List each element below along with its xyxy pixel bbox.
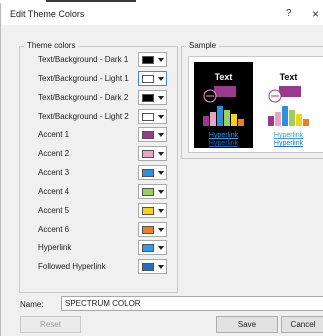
theme-color-label: Accent 3	[38, 168, 70, 177]
color-swatch	[142, 113, 154, 121]
color-swatch	[142, 263, 154, 271]
color-picker-button[interactable]	[138, 146, 167, 161]
sample-bar	[303, 119, 309, 126]
theme-color-row: Text/Background - Light 1	[26, 70, 176, 87]
theme-color-label: Text/Background - Light 2	[38, 112, 129, 121]
theme-color-label: Text/Background - Light 1	[38, 74, 129, 83]
sample-bar	[289, 110, 295, 126]
sample-label: Sample	[186, 41, 220, 50]
sample-bar	[217, 106, 223, 126]
sample-bar	[296, 114, 302, 126]
theme-color-label: Hyperlink	[38, 243, 72, 252]
save-button[interactable]: Save	[216, 316, 278, 333]
theme-color-row: Accent 2	[26, 145, 176, 162]
color-picker-button[interactable]	[138, 203, 167, 218]
sample-bar	[224, 110, 230, 126]
close-icon[interactable]: ×	[312, 7, 319, 21]
color-picker-button[interactable]	[138, 90, 167, 105]
cancel-button[interactable]: Cancel	[281, 316, 323, 333]
theme-color-row: Text/Background - Dark 1	[26, 51, 176, 68]
color-swatch	[142, 188, 154, 196]
theme-color-label: Text/Background - Dark 2	[38, 93, 129, 102]
name-input[interactable]	[61, 296, 323, 311]
sample-preview: Text Hyperlink Hyperlink Text Hyperlink …	[188, 56, 323, 153]
sample-bar	[238, 119, 244, 126]
sample-light-followed-hyperlink: Hyperlink	[273, 140, 304, 147]
sample-dark-graphic	[203, 86, 244, 126]
reset-button[interactable]: Reset	[20, 316, 81, 333]
dropdown-arrow-icon	[158, 77, 164, 81]
theme-color-row: Text/Background - Light 2	[26, 108, 176, 125]
sample-bar	[275, 112, 281, 126]
dropdown-arrow-icon	[158, 228, 164, 232]
name-label: Name:	[20, 300, 44, 309]
sample-light-shape-rect	[279, 86, 301, 97]
help-button[interactable]: ?	[286, 8, 292, 19]
dropdown-arrow-icon	[158, 246, 164, 250]
dropdown-arrow-icon	[158, 152, 164, 156]
color-swatch	[142, 75, 154, 83]
color-picker-button[interactable]	[138, 71, 167, 86]
dropdown-arrow-icon	[158, 58, 164, 62]
theme-color-label: Text/Background - Dark 1	[38, 55, 129, 64]
sample-bar	[282, 106, 288, 126]
edit-theme-colors-dialog: Edit Theme Colors ? × Theme colors Text/…	[0, 3, 323, 336]
sample-dark-text: Text	[214, 72, 233, 82]
sample-dark-hyperlink: Hyperlink	[208, 132, 239, 139]
theme-color-row: Accent 4	[26, 183, 176, 200]
theme-color-row: Accent 5	[26, 202, 176, 219]
color-picker-button[interactable]	[138, 127, 167, 142]
color-picker-button[interactable]	[138, 259, 167, 274]
theme-color-row: Accent 3	[26, 164, 176, 181]
theme-colors-label: Theme colors	[24, 41, 79, 50]
color-swatch	[142, 207, 154, 215]
color-picker-button[interactable]	[138, 52, 167, 67]
theme-color-row: Text/Background - Dark 2	[26, 89, 176, 106]
sample-bar	[210, 112, 216, 126]
dropdown-arrow-icon	[158, 190, 164, 194]
theme-color-row: Accent 6	[26, 221, 176, 238]
sample-bar	[231, 114, 237, 126]
dropdown-arrow-icon	[158, 209, 164, 213]
theme-color-label: Accent 6	[38, 225, 70, 234]
color-picker-button[interactable]	[138, 184, 167, 199]
title-bar: Edit Theme Colors ? ×	[1, 3, 323, 25]
dropdown-arrow-icon	[158, 265, 164, 269]
sample-dark-shape-rect	[214, 86, 236, 97]
color-picker-button[interactable]	[138, 240, 167, 255]
color-swatch	[142, 131, 154, 139]
color-picker-button[interactable]	[138, 109, 167, 124]
sample-light-hyperlink: Hyperlink	[273, 132, 304, 139]
theme-color-label: Accent 1	[38, 130, 70, 139]
dropdown-arrow-icon	[158, 115, 164, 119]
sample-light-text: Text	[279, 72, 298, 82]
theme-color-row: Followed Hyperlink	[26, 258, 176, 275]
theme-color-row: Accent 1	[26, 126, 176, 143]
sample-light-graphic	[268, 86, 309, 126]
theme-color-label: Followed Hyperlink	[38, 262, 106, 271]
sample-light-panel: Text Hyperlink Hyperlink	[259, 62, 318, 148]
sample-dark-followed-hyperlink: Hyperlink	[208, 140, 239, 147]
color-swatch	[142, 56, 154, 64]
color-swatch	[142, 226, 154, 234]
sample-bar	[203, 116, 209, 126]
dropdown-arrow-icon	[158, 171, 164, 175]
theme-color-label: Accent 2	[38, 149, 70, 158]
color-swatch	[142, 244, 154, 252]
dropdown-arrow-icon	[158, 133, 164, 137]
theme-color-row: Hyperlink	[26, 239, 176, 256]
color-picker-button[interactable]	[138, 222, 167, 237]
color-swatch	[142, 169, 154, 177]
dialog-title: Edit Theme Colors	[10, 9, 85, 19]
color-picker-button[interactable]	[138, 165, 167, 180]
color-swatch	[142, 150, 154, 158]
theme-color-label: Accent 4	[38, 187, 70, 196]
color-swatch	[142, 94, 154, 102]
sample-dark-panel: Text Hyperlink Hyperlink	[194, 62, 253, 148]
dropdown-arrow-icon	[158, 96, 164, 100]
theme-color-label: Accent 5	[38, 206, 70, 215]
sample-bar	[268, 116, 274, 126]
